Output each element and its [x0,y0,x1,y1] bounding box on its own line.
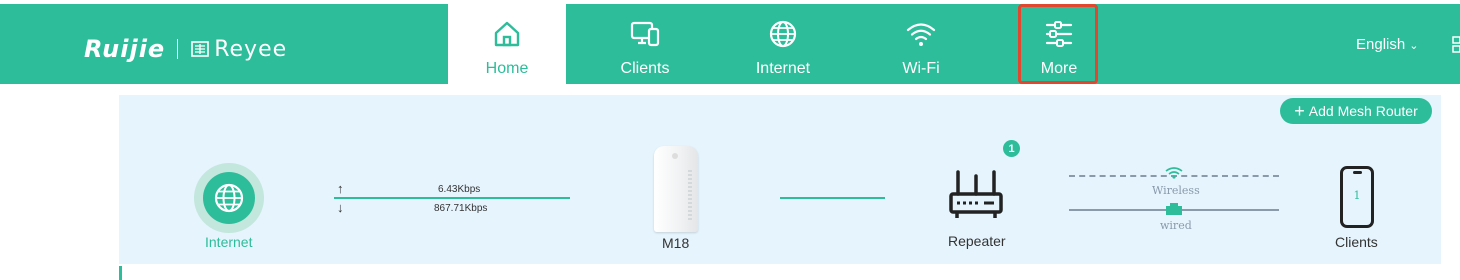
logo-divider [177,39,179,59]
wireless-label: Wireless [1152,184,1200,197]
logo-seal-icon [191,41,210,57]
brand-logo: Ruijie Reyee [84,32,287,66]
nav-tab-clients[interactable]: Clients [586,4,704,84]
nav-tab-internet-label: Internet [755,60,811,77]
clients-phone-icon[interactable]: 1 [1340,166,1374,228]
nav-tab-wifi[interactable]: Wi-Fi [862,4,980,84]
section-accent-bar [119,266,122,280]
repeater-label: Repeater [948,233,1006,249]
logo-ruijie: Ruijie [84,35,166,63]
logo-reyee: Reyee [214,36,288,62]
internet-node-label: Internet [205,234,253,250]
nav-tab-more[interactable]: More [1000,4,1118,84]
clients-label: Clients [1335,234,1378,250]
router-device-image[interactable] [654,146,698,232]
topology-panel [119,95,1441,264]
wifi-icon [1165,167,1183,179]
top-navigation-bar: Ruijie Reyee Home Clients Internet Wi-Fi… [0,4,1460,84]
ethernet-port-icon [1166,203,1182,215]
router-label: M18 [662,235,690,251]
nav-tab-wifi-label: Wi-Fi [902,60,940,77]
nav-tab-clients-label: Clients [620,60,670,77]
chevron-down-icon: ⌄ [1409,40,1419,52]
clients-count: 1 [1353,189,1361,202]
devices-icon [630,21,660,47]
repeater-count-badge: 1 [1003,140,1020,157]
download-rate: 867.71Kbps [434,203,488,214]
language-selector[interactable]: English ⌄ [1356,36,1418,53]
download-arrow-icon: ↓ [337,200,344,215]
router-repeater-link-line [780,197,885,199]
nav-tab-internet[interactable]: Internet [724,4,842,84]
wifi-icon [906,23,936,46]
add-mesh-router-label: Add Mesh Router [1308,103,1418,119]
plus-icon: + [1294,101,1305,121]
globe-icon [214,183,244,213]
upload-arrow-icon: ↑ [337,181,344,196]
nav-tab-home[interactable]: Home [448,4,566,84]
internet-node[interactable] [194,163,264,233]
home-icon [494,21,520,47]
add-mesh-router-button[interactable]: + Add Mesh Router [1280,98,1432,124]
upload-rate: 6.43Kbps [438,184,481,195]
wired-label: wired [1160,219,1192,232]
repeater-icon[interactable] [948,168,1004,222]
qr-code-icon[interactable] [1452,34,1460,54]
language-label: English [1356,36,1406,53]
nav-tab-home-label: Home [485,60,529,77]
nav-tab-more-label: More [1040,60,1078,77]
sliders-icon [1045,21,1073,47]
globe-icon [769,20,797,48]
internet-link-line [334,197,570,199]
